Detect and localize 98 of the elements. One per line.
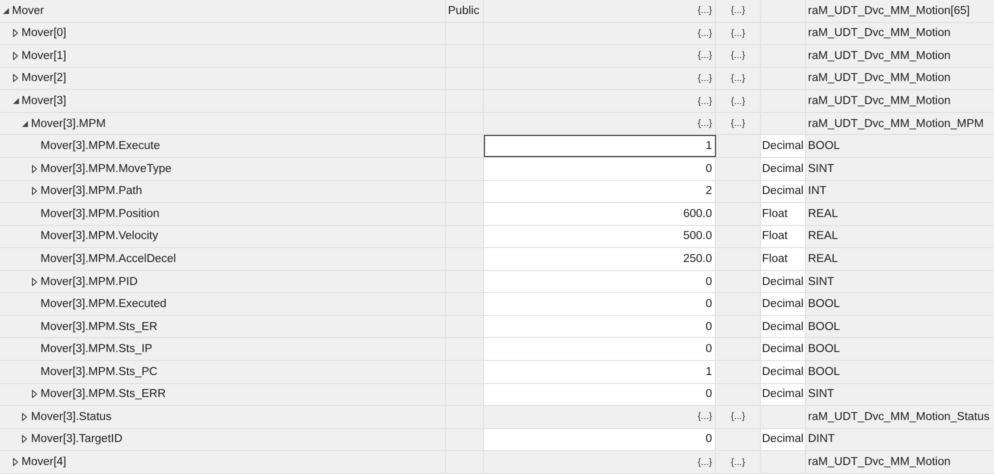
style-text: Decimal [762,433,804,446]
data-type-text: raM_UDT_Dvc_MM_Motion_Status [808,410,990,423]
style-text: Decimal [762,388,804,400]
expand-arrow-icon[interactable] [32,164,36,173]
value-text: {...} [698,456,712,468]
expand-arrow-icon[interactable] [32,278,36,286]
tag-name: Mover[3].MPM.Path [40,185,142,198]
style-text: Float [762,230,788,242]
tag-name: Mover[1] [22,50,66,62]
tag-name: Mover[3].MPM [31,118,106,130]
force-mask-text: {...} [730,118,746,130]
value-text: {...} [698,411,712,422]
force-mask-text: {...} [730,28,746,39]
data-type-text: REAL [808,230,838,242]
data-type-text: SINT [808,276,834,288]
tag-name: Mover [12,4,44,17]
expand-arrow-icon[interactable] [12,29,18,38]
data-type-text: raM_UDT_Dvc_MM_Motion [808,72,951,84]
data-type-text: INT [808,185,827,198]
data-type-text: REAL [808,252,838,265]
tag-name: Mover[3].MPM.Sts_IP [40,343,152,356]
data-type-text: raM_UDT_Dvc_MM_Motion [808,95,951,108]
data-type-text: DINT [808,433,835,446]
style-text: Decimal [762,320,804,333]
value-text: {...} [698,28,712,39]
value-field[interactable]: 0 [484,316,716,338]
value-field[interactable]: 0 [484,338,716,360]
value-text: {...} [698,50,712,62]
tag-name: Mover[3].MPM.Execute [40,140,160,152]
scope-text: Public [448,4,480,17]
tag-name: Mover[2] [22,72,66,84]
value-field[interactable]: 0 [484,384,716,406]
force-mask-text: {...} [730,411,746,422]
value-field[interactable]: 2 [484,180,716,202]
tag-name: Mover[0] [22,27,66,40]
style-text: Decimal [762,276,804,288]
force-mask-text: {...} [730,5,746,16]
style-text: Decimal [762,366,804,378]
data-type-text: raM_UDT_Dvc_MM_Motion [808,456,951,468]
value-text: {...} [698,72,712,84]
style-text: Decimal [762,343,804,356]
tag-name: Mover[3].MPM.Executed [40,298,166,310]
value-field[interactable]: 250.0 [484,248,716,270]
data-type-text: raM_UDT_Dvc_MM_Motion [808,50,951,62]
style-text: Decimal [762,162,804,175]
force-mask-text: {...} [730,72,746,84]
style-text: Decimal [762,140,804,152]
expand-arrow-icon[interactable] [32,390,36,398]
tag-name: Mover[4] [22,456,66,468]
force-mask-text: {...} [730,50,746,62]
data-type-text: BOOL [808,298,840,310]
data-type-text: BOOL [808,343,840,356]
tag-name: Mover[3].TargetID [31,433,122,446]
expand-arrow-icon[interactable] [12,52,18,60]
expand-arrow-icon[interactable] [12,74,18,82]
data-type-text: SINT [808,162,834,175]
value-text: {...} [698,5,712,16]
data-type-text: raM_UDT_Dvc_MM_Motion [808,27,951,40]
data-type-text: SINT [808,388,834,400]
tag-name: Mover[3].MPM.Sts_PC [40,366,158,378]
tag-name: Mover[3].MPM.MoveType [40,162,172,175]
value-text: {...} [698,118,712,130]
data-type-text: BOOL [808,366,840,378]
expand-arrow-icon[interactable] [32,187,36,196]
data-type-text: BOOL [808,320,840,333]
value-field[interactable]: 1 [484,361,716,383]
value-field[interactable]: 0 [484,270,716,292]
tag-name: Mover[3].MPM.AccelDecel [40,252,176,265]
tag-name: Mover[3].MPM.Sts_ER [40,320,158,333]
style-text: Decimal [762,185,804,198]
tag-name: Mover[3].Status [31,410,112,423]
collapse-arrow-icon[interactable] [3,8,9,14]
data-type-text: BOOL [808,140,840,152]
tag-name: Mover[3].MPM.Velocity [40,230,158,242]
tag-name: Mover[3].MPM.Position [40,208,160,220]
tag-name: Mover[3].MPM.Sts_ERR [40,388,166,400]
expand-arrow-icon[interactable] [12,458,18,466]
value-field[interactable]: 1 [484,135,716,157]
tag-name: Mover[3].MPM.PID [40,276,138,288]
style-text: Decimal [762,298,804,310]
style-text: Float [762,208,788,220]
style-text: Float [762,252,788,265]
value-field[interactable]: 0 [484,158,716,180]
data-type-text: raM_UDT_Dvc_MM_Motion[65] [808,4,970,17]
data-type-text: raM_UDT_Dvc_MM_Motion_MPM [808,118,984,130]
value-field[interactable]: 600.0 [484,203,716,225]
data-type-text: REAL [808,208,838,220]
value-text: {...} [698,96,712,107]
tag-name: Mover[3] [22,95,66,108]
expand-arrow-icon[interactable] [22,435,27,444]
expand-arrow-icon[interactable] [22,412,27,421]
value-field[interactable]: 500.0 [484,226,716,248]
force-mask-text: {...} [730,96,746,107]
collapse-arrow-icon[interactable] [12,98,18,104]
collapse-arrow-icon[interactable] [22,120,28,127]
value-field[interactable]: 0 [484,428,716,450]
value-field[interactable]: 0 [484,293,716,315]
force-mask-text: {...} [730,456,746,468]
